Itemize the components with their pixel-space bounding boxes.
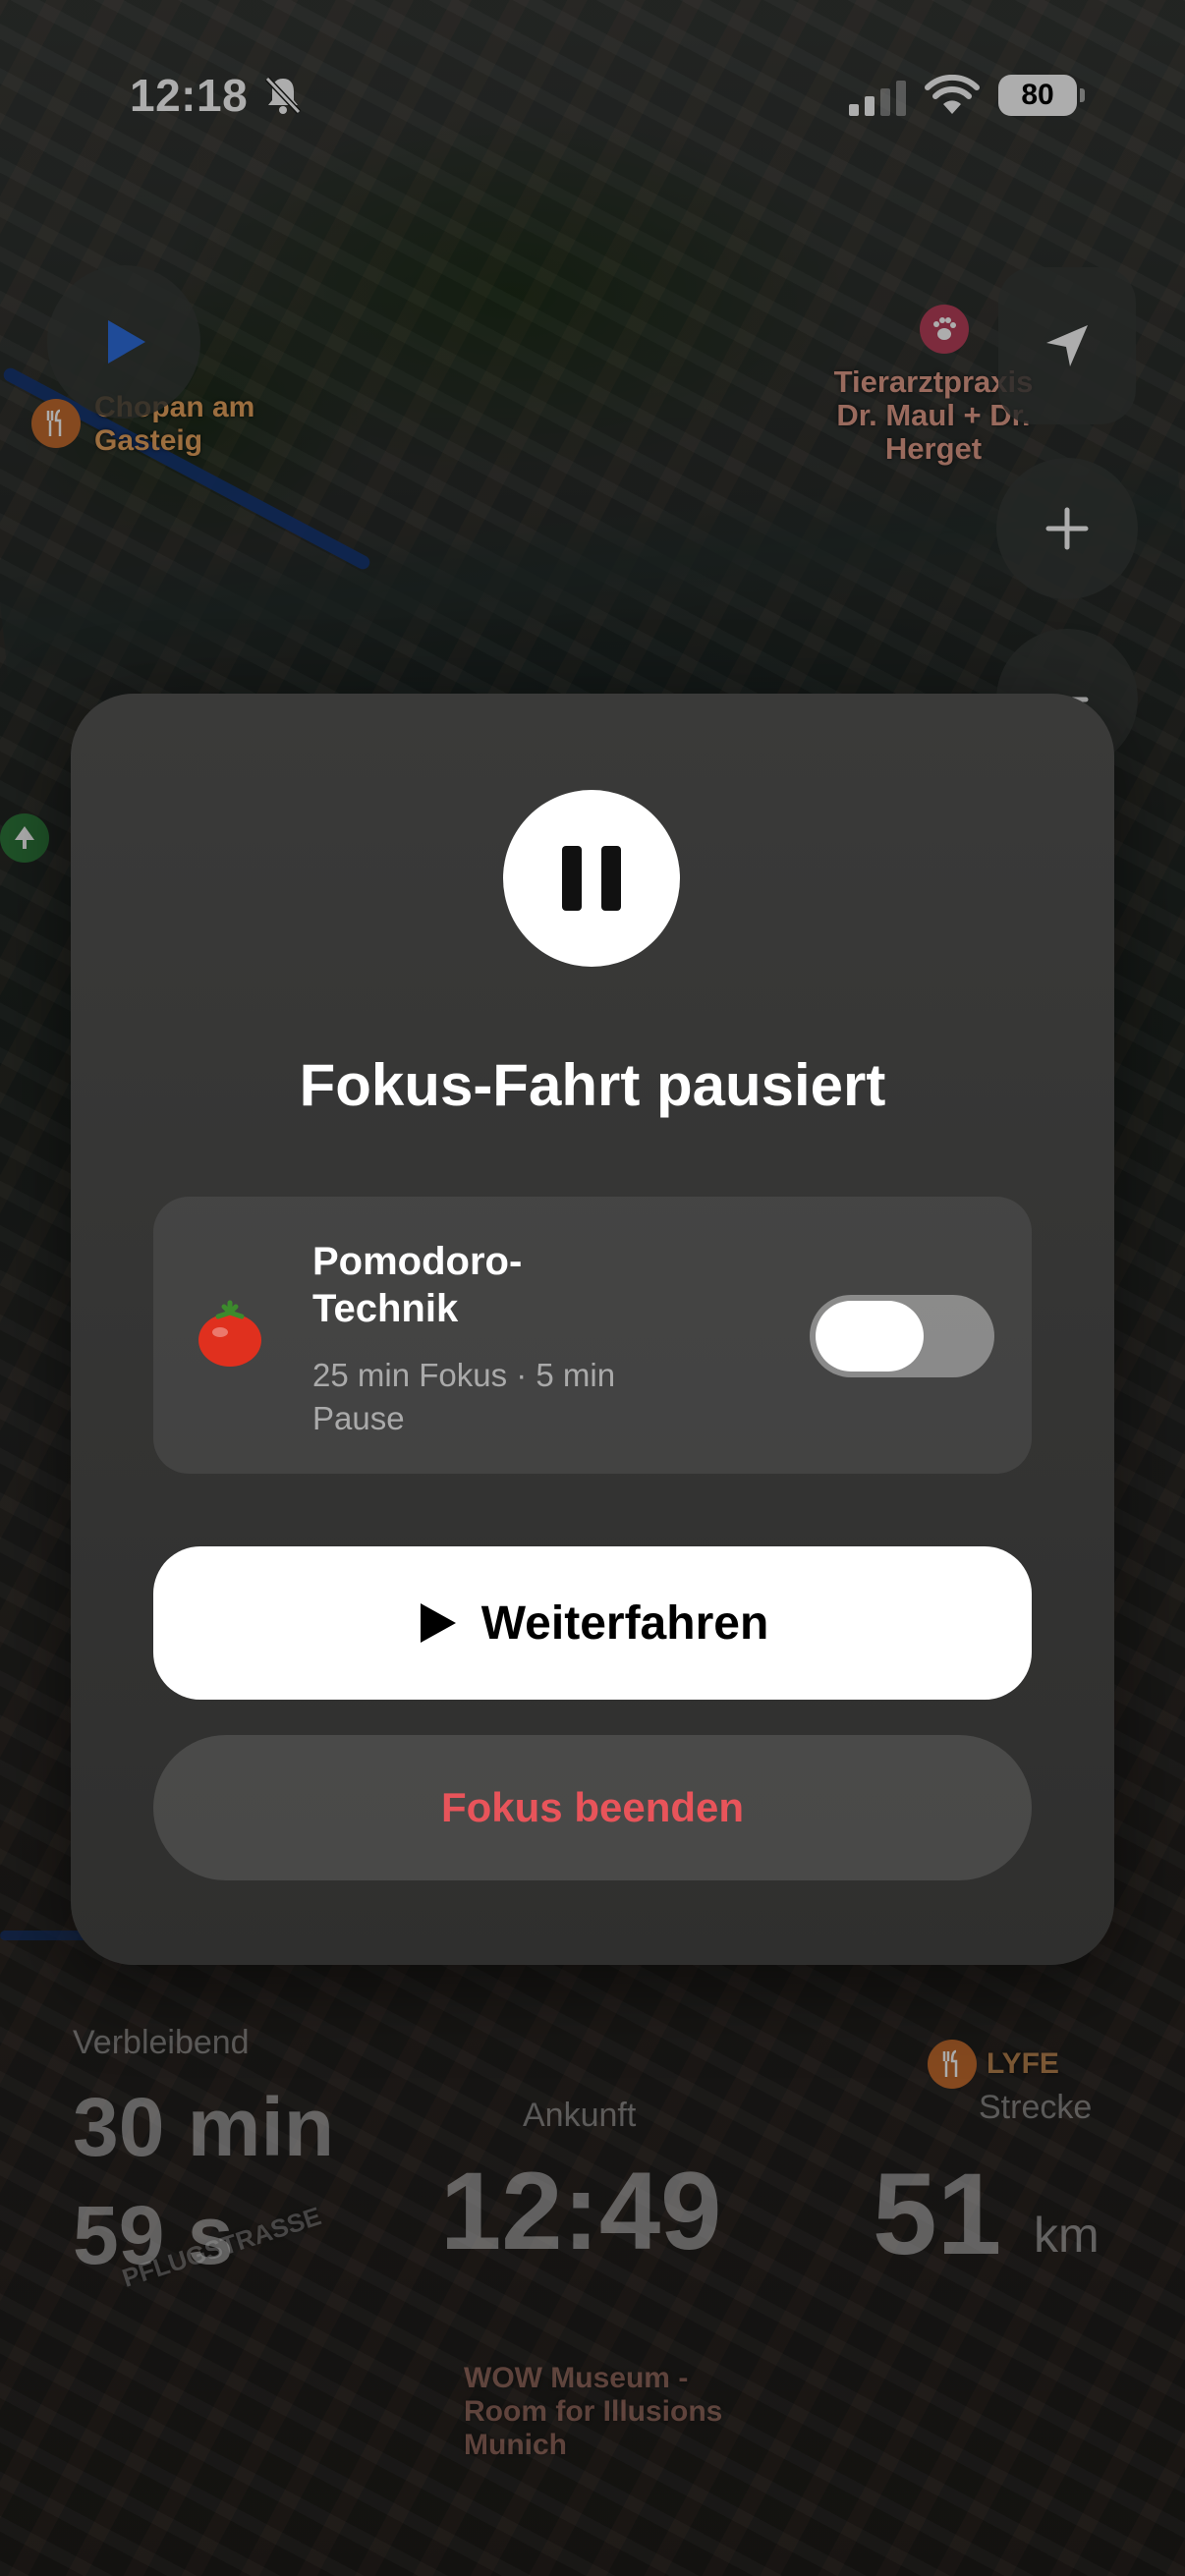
screen: Chopan am Gasteig Tierarztpraxis Dr. Mau… — [0, 0, 1185, 2576]
play-icon — [420, 1603, 456, 1643]
tomato-icon — [198, 1300, 261, 1367]
pomodoro-card: Pomodoro-Technik 25 min Fokus · 5 min Pa… — [153, 1197, 1032, 1474]
pomodoro-toggle[interactable] — [810, 1295, 994, 1377]
continue-button[interactable]: Weiterfahren — [153, 1546, 1032, 1700]
technique-name: Pomodoro-Technik — [312, 1240, 523, 1330]
modal-title: Fokus-Fahrt pausiert — [299, 1052, 886, 1118]
pause-icon — [503, 790, 680, 967]
end-focus-button[interactable]: Fokus beenden — [153, 1735, 1032, 1880]
toggle-knob — [816, 1301, 924, 1372]
continue-button-label: Weiterfahren — [480, 1596, 769, 1650]
focus-paused-modal: Fokus-Fahrt pausiert Pomodoro-Technik 25… — [71, 694, 1114, 1965]
end-focus-label: Fokus beenden — [440, 1784, 745, 1830]
technique-description: 25 min Fokus · 5 min Pause — [312, 1357, 616, 1436]
